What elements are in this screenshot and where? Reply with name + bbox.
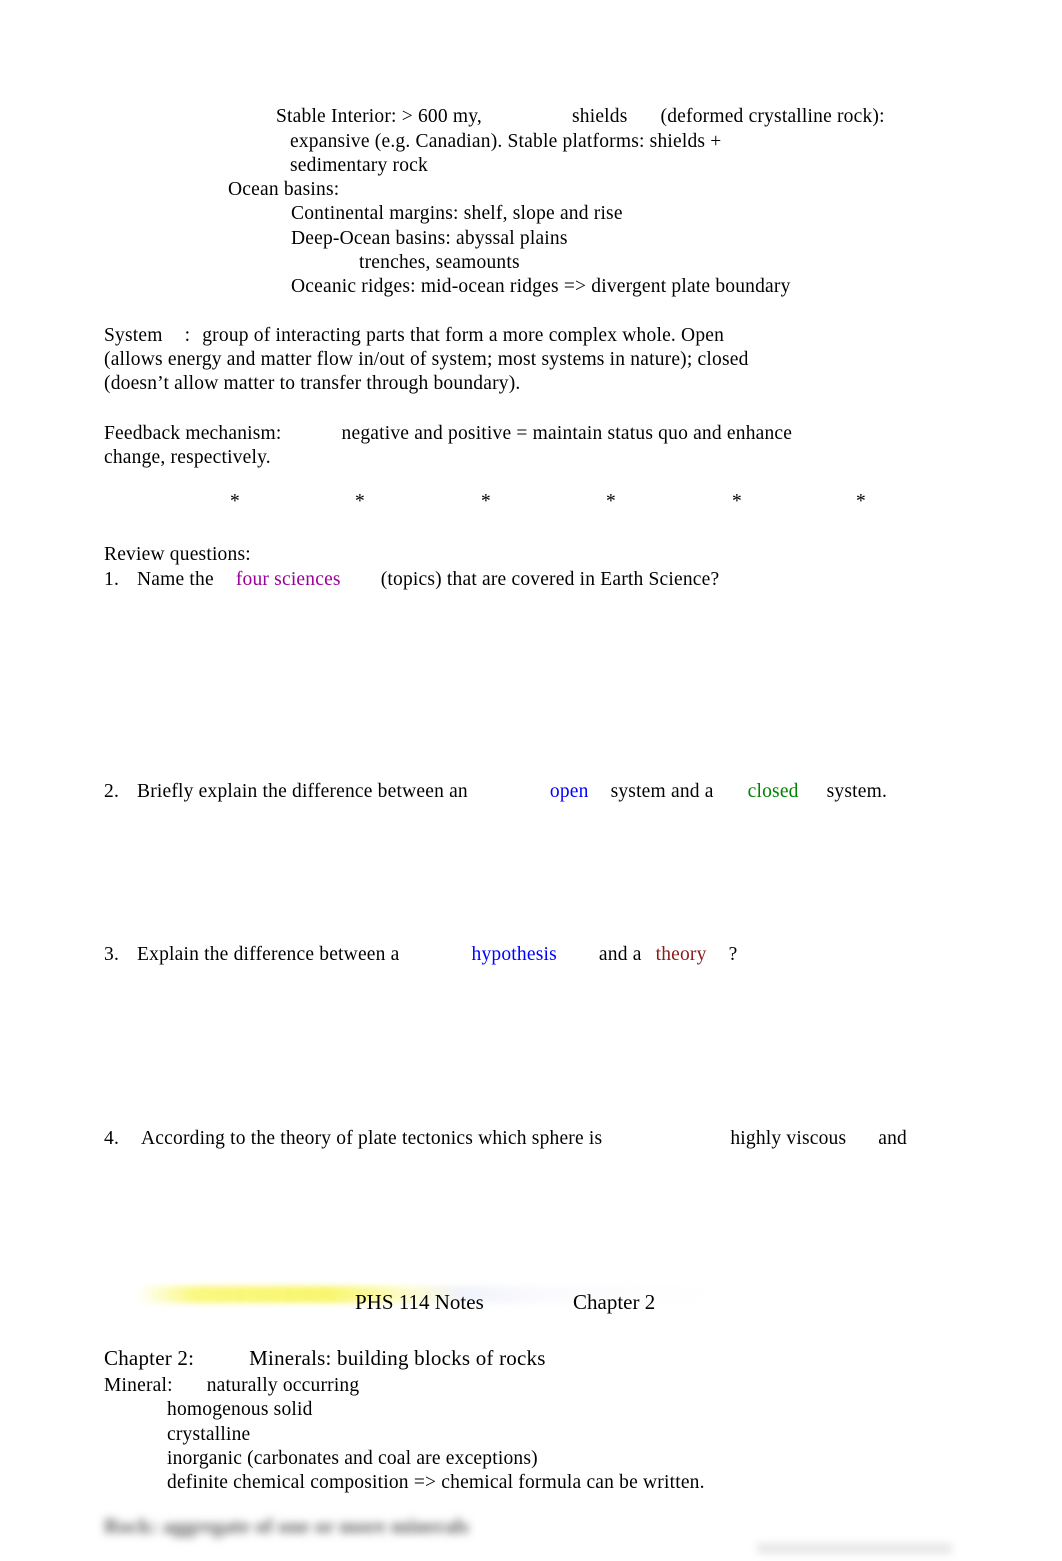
separator-asterisk: * — [606, 491, 616, 512]
mineral-property-2: inorganic (carbonates and coal are excep… — [167, 1448, 538, 1469]
mineral-label: Mineral: — [104, 1375, 173, 1396]
chapter-2-label: Chapter 2: — [104, 1346, 195, 1370]
document-page: Stable Interior: > 600 my, shields (deform… — [0, 0, 1062, 1561]
ocean-basins-heading: Ocean basins: — [228, 179, 340, 200]
rock-definition-blurred: Rock: aggregate of one or more minerals — [104, 1514, 470, 1538]
system-definition-line-1: System: group of interacting parts that f… — [104, 323, 724, 348]
chapter-2-heading: Chapter 2: Minerals: building blocks of r… — [104, 1344, 546, 1372]
mineral-definition-line: Mineral: naturally occurring — [104, 1373, 359, 1398]
feedback-text-1: negative and positive = maintain status … — [341, 423, 793, 444]
chapter-2-title: Minerals: building blocks of rocks — [249, 1346, 546, 1370]
bottom-edge-artifact — [757, 1543, 952, 1554]
review-questions-heading: Review questions: — [104, 544, 251, 565]
question-text-mid: system and a — [610, 781, 714, 802]
question-text-pre: Name the — [137, 569, 214, 590]
question-text-post: system. — [826, 781, 888, 802]
keyword-closed: closed — [747, 781, 799, 802]
keyword-four-sciences: four sciences — [235, 569, 341, 590]
review-question-4: 4. According to the theory of plate tecto… — [104, 1126, 907, 1151]
ocean-basins-item-0: Continental margins: shelf, slope and ri… — [291, 203, 623, 224]
separator-asterisk: * — [481, 491, 491, 512]
keyword-open: open — [549, 781, 589, 802]
question-text-pre: Explain the difference between a — [137, 944, 400, 965]
question-text-pre: Briefly explain the difference between a… — [137, 781, 468, 802]
question-text-mid: and a — [598, 944, 642, 965]
running-header-course: PHS 114 Notes — [355, 1290, 484, 1314]
stable-interior-text-a: Stable Interior: > 600 my, — [276, 106, 482, 127]
stable-interior-text-c: (deformed crystalline rock): — [660, 106, 885, 127]
question-number: 3. — [104, 944, 120, 965]
review-question-2: 2. Briefly explain the difference between… — [104, 779, 887, 804]
system-colon: : — [184, 325, 191, 346]
running-header-chapter: Chapter 2 — [573, 1290, 656, 1314]
ocean-basins-item-1: Deep-Ocean basins: abyssal plains — [291, 228, 568, 249]
keyword-hypothesis: hypothesis — [471, 944, 557, 965]
mineral-property-0: homogenous solid — [167, 1399, 313, 1420]
mineral-property-1: crystalline — [167, 1424, 251, 1445]
review-question-3: 3. Explain the difference between a hypoth… — [104, 942, 737, 967]
review-question-4-clip: 4. According to the theory of plate tecto… — [0, 1126, 1062, 1158]
ocean-basins-item-3: Oceanic ridges: mid-ocean ridges => dive… — [291, 276, 791, 297]
question-number: 2. — [104, 781, 120, 802]
review-question-1: 1. Name the four sciences (topics) that are… — [104, 567, 719, 592]
keyword-highly-viscous: highly viscous — [730, 1128, 847, 1149]
feedback-definition-line-1: Feedback mechanism: negative and positive… — [104, 421, 792, 446]
system-text-1: group of interacting parts that form a m… — [202, 325, 725, 346]
question-number: 1. — [104, 569, 120, 590]
keyword-theory: theory — [655, 944, 707, 965]
question-text-post: ? — [728, 944, 738, 965]
stable-interior-line-1: Stable Interior: > 600 my, shields (deform… — [276, 104, 885, 129]
separator-asterisk: * — [355, 491, 365, 512]
stable-interior-line-3: sedimentary rock — [290, 155, 428, 176]
separator-asterisk: * — [230, 491, 240, 512]
system-definition-line-2: (allows energy and matter flow in/out of… — [104, 349, 749, 370]
separator-asterisk: * — [732, 491, 742, 512]
question-text-post: and — [878, 1128, 908, 1149]
feedback-definition-line-2: change, respectively. — [104, 447, 271, 468]
question-text-post: (topics) that are covered in Earth Scien… — [380, 569, 720, 590]
separator-asterisk: * — [856, 491, 866, 512]
mineral-first-property: naturally occurring — [206, 1375, 360, 1396]
system-term: System — [104, 325, 163, 346]
question-text-pre: According to the theory of plate tectoni… — [141, 1128, 603, 1149]
system-definition-line-3: (doesn’t allow matter to transfer throug… — [104, 373, 521, 394]
mineral-property-3: definite chemical composition => chemica… — [167, 1472, 705, 1493]
stable-interior-text-b: shields — [571, 106, 628, 127]
feedback-term: Feedback mechanism: — [104, 423, 282, 444]
question-number: 4. — [104, 1128, 120, 1149]
ocean-basins-item-2: trenches, seamounts — [359, 252, 520, 273]
stable-interior-line-2: expansive (e.g. Canadian). Stable platfo… — [290, 131, 722, 152]
section-separator: * * * * * * — [104, 489, 964, 515]
